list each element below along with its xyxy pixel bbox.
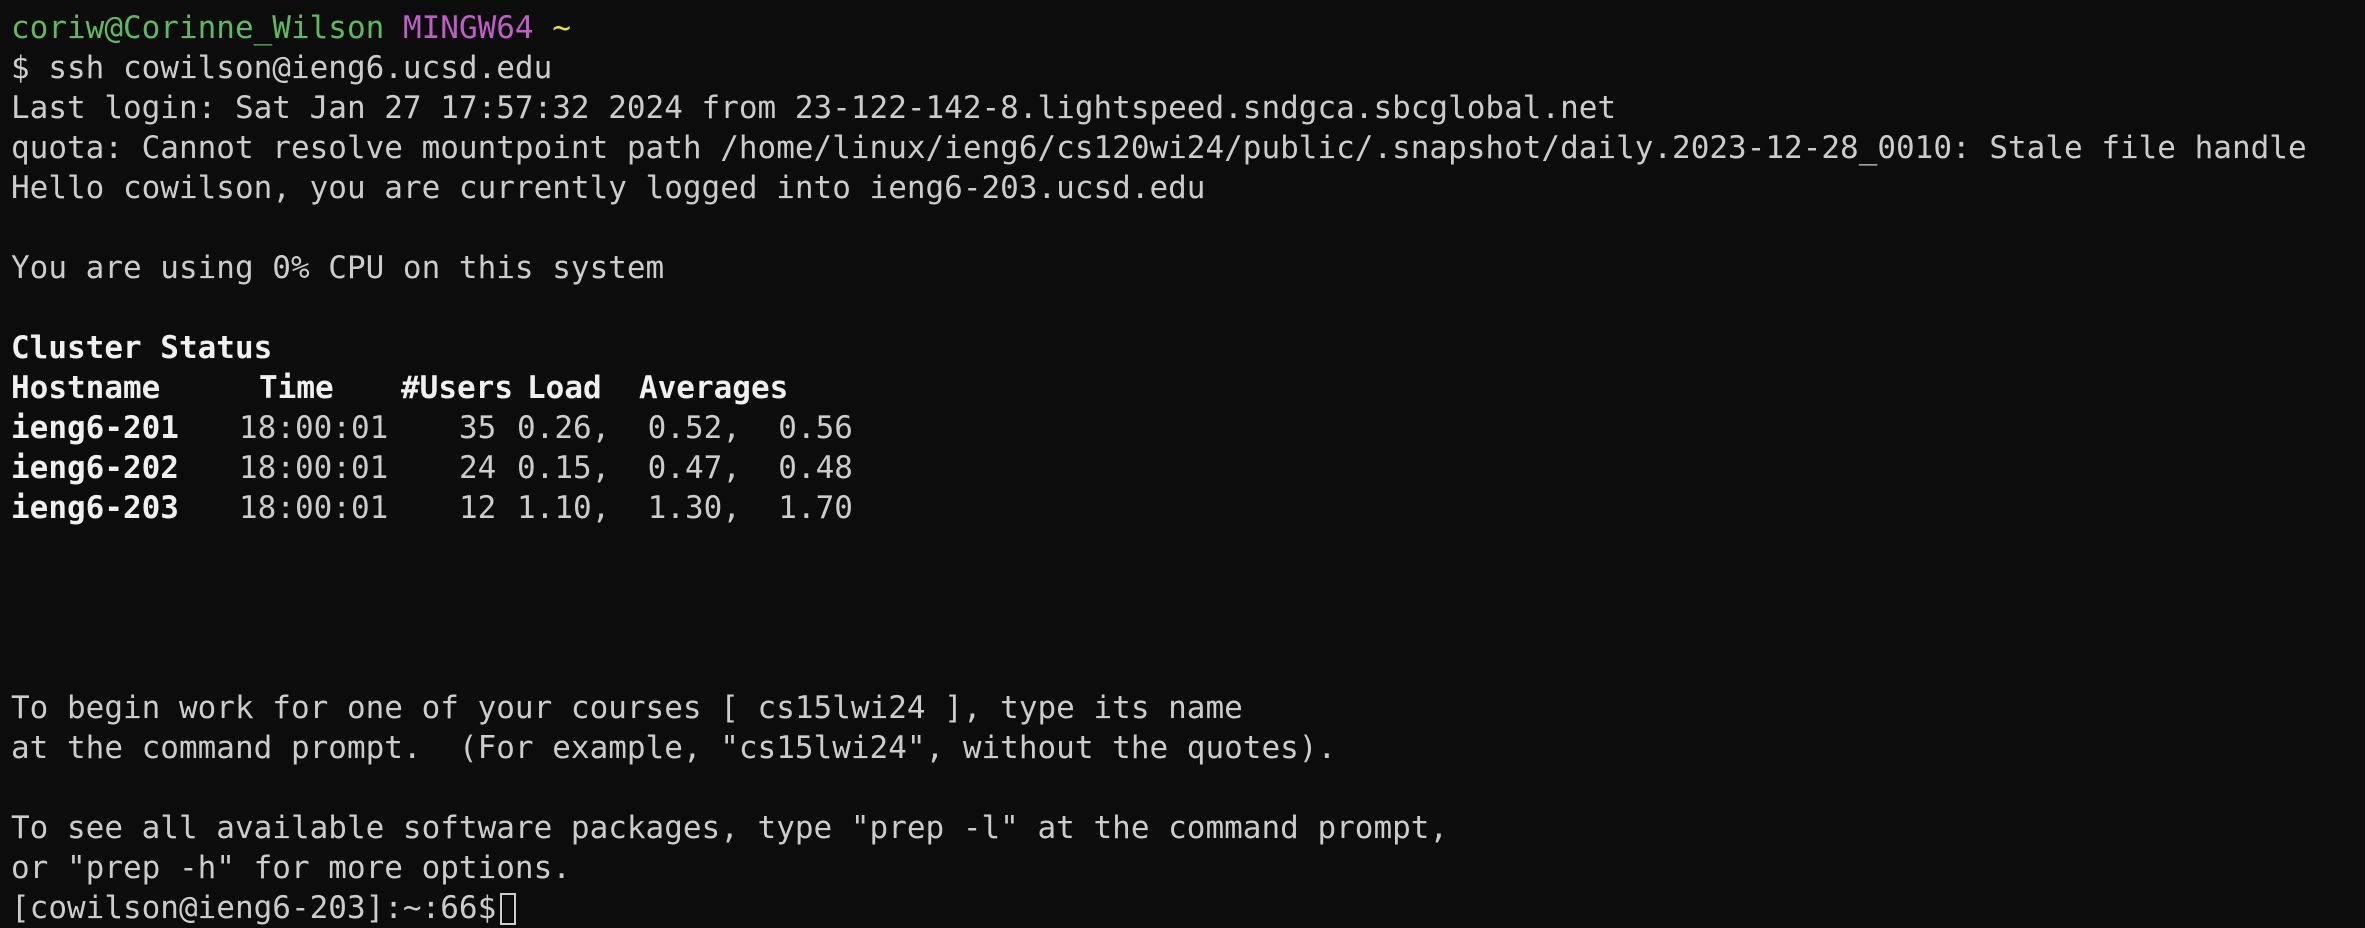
row-users: 12: [459, 490, 497, 526]
text-cursor[interactable]: [500, 893, 517, 925]
row-hostname: ieng6-201: [11, 410, 179, 446]
cpu-usage-line: You are using 0% CPU on this system: [11, 250, 665, 286]
terminal-window[interactable]: coriw@Corinne_Wilson MINGW64 ~ $ ssh cow…: [0, 0, 2365, 926]
table-row: ieng6-203 18:00:01 12 1.10, 1.30, 1.70: [11, 488, 2365, 528]
row-hostname: ieng6-203: [11, 490, 179, 526]
row-users: 35: [459, 410, 497, 446]
header-hostname: Hostname: [11, 370, 161, 406]
cluster-status-title: Cluster Status: [11, 330, 273, 366]
row-load: 0.15, 0.47, 0.48: [517, 450, 853, 486]
begin-work-line-1: To begin work for one of your courses [ …: [11, 690, 1243, 726]
quota-error-line: quota: Cannot resolve mountpoint path /h…: [11, 130, 2307, 166]
header-load-averages: Load Averages: [527, 370, 789, 406]
final-prompt: [cowilson@ieng6-203]:~:66$: [11, 890, 497, 926]
shell-name: MINGW64: [402, 10, 534, 46]
row-load: 0.26, 0.52, 0.56: [517, 410, 853, 446]
row-users: 24: [459, 450, 497, 486]
cluster-table-header: Hostname Time #Users Load Averages: [11, 368, 2365, 408]
begin-work-line-2: at the command prompt. (For example, "cs…: [11, 730, 1337, 766]
last-login-line: Last login: Sat Jan 27 17:57:32 2024 fro…: [11, 90, 1617, 126]
prompt-header: coriw@Corinne_Wilson MINGW64 ~: [11, 8, 2365, 48]
current-path: ~: [552, 10, 571, 46]
row-hostname: ieng6-202: [11, 450, 179, 486]
packages-line-1: To see all available software packages, …: [11, 810, 1449, 846]
row-time: 18:00:01: [239, 450, 389, 486]
row-load: 1.10, 1.30, 1.70: [517, 490, 853, 526]
row-time: 18:00:01: [239, 410, 389, 446]
ssh-command-line: $ ssh cowilson@ieng6.ucsd.edu: [11, 50, 553, 86]
header-time: Time: [259, 370, 334, 406]
final-prompt-line[interactable]: [cowilson@ieng6-203]:~:66$: [11, 888, 2365, 928]
hello-line: Hello cowilson, you are currently logged…: [11, 170, 1206, 206]
table-row: ieng6-201 18:00:01 35 0.26, 0.52, 0.56: [11, 408, 2365, 448]
table-row: ieng6-202 18:00:01 24 0.15, 0.47, 0.48: [11, 448, 2365, 488]
header-users: #Users: [401, 370, 513, 406]
row-time: 18:00:01: [239, 490, 389, 526]
user-host: coriw@Corinne_Wilson: [11, 10, 385, 46]
packages-line-2: or "prep -h" for more options.: [11, 850, 571, 886]
